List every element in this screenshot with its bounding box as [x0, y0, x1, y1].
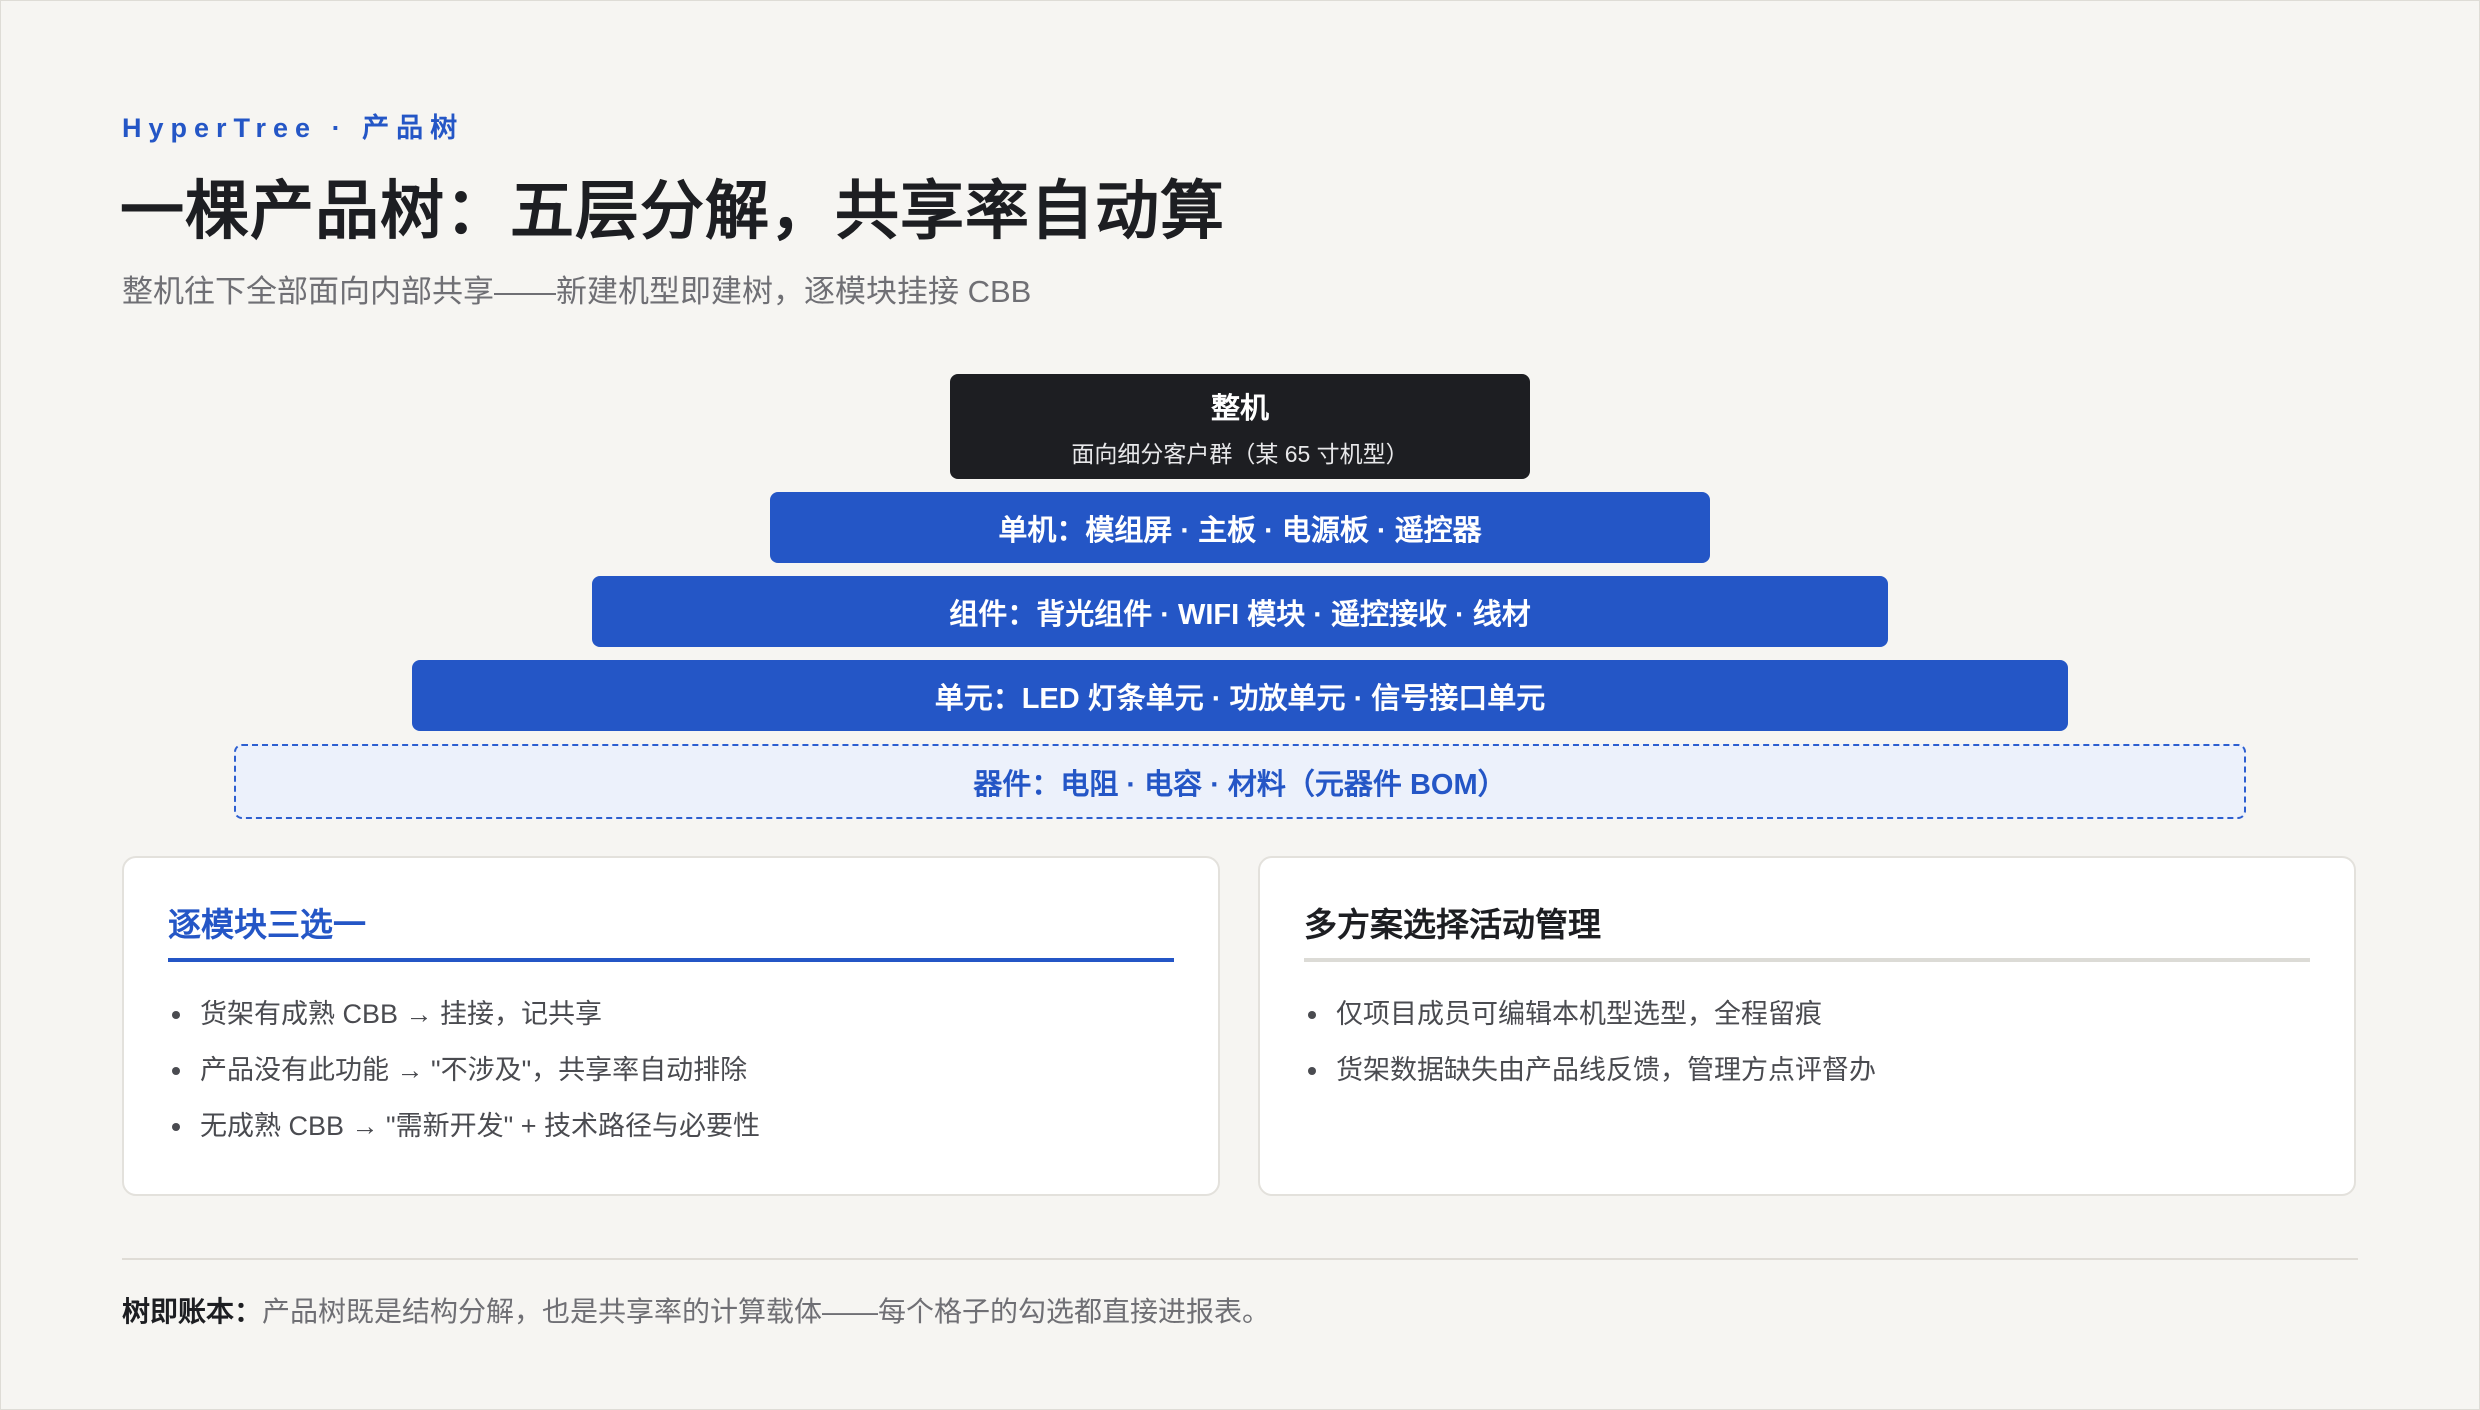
card-multi-plan-management: 多方案选择活动管理 仅项目成员可编辑本机型选型，全程留痕 货架数据缺失由产品线反…: [1258, 856, 2356, 1196]
card-title: 逐模块三选一: [168, 906, 366, 943]
footer-lead: 树即账本：: [122, 1296, 263, 1327]
footer-divider: [122, 1258, 2358, 1260]
card-list: 仅项目成员可编辑本机型选型，全程留痕 货架数据缺失由产品线反馈，管理方点评督办: [1304, 986, 1876, 1098]
card-divider: [168, 958, 1174, 962]
pyramid-level-components: 器件：电阻 · 电容 · 材料（元器件 BOM）: [234, 744, 2246, 819]
list-item: 无成熟 CBB → "需新开发" + 技术路径与必要性: [172, 1098, 760, 1154]
list-item: 货架有成熟 CBB → 挂接，记共享: [172, 986, 760, 1042]
footer-note: 树即账本：产品树既是结构分解，也是共享率的计算载体——每个格子的勾选都直接进报表…: [122, 1290, 1270, 1330]
card-title: 多方案选择活动管理: [1304, 906, 1601, 943]
page-subtitle: 整机往下全部面向内部共享——新建机型即建树，逐模块挂接 CBB: [122, 274, 1032, 309]
pyramid-level-unit: 单元：LED 灯条单元 · 功放单元 · 信号接口单元: [412, 660, 2068, 731]
eyebrow-label: HyperTree · 产品树: [122, 113, 465, 143]
card-list: 货架有成熟 CBB → 挂接，记共享 产品没有此功能 → "不涉及"，共享率自动…: [168, 986, 760, 1154]
pyramid-level-complete-machine: 整机 面向细分客户群（某 65 寸机型）: [950, 374, 1530, 479]
pyramid-level-assembly: 组件：背光组件 · WIFI 模块 · 遥控接收 · 线材: [592, 576, 1888, 647]
card-divider: [1304, 958, 2310, 962]
list-item: 货架数据缺失由产品线反馈，管理方点评督办: [1308, 1042, 1876, 1098]
page-title: 一棵产品树：五层分解，共享率自动算: [120, 175, 1225, 247]
pyramid-top-subtitle: 面向细分客户群（某 65 寸机型）: [1071, 440, 1409, 467]
footer-text: 产品树既是结构分解，也是共享率的计算载体——每个格子的勾选都直接进报表。: [262, 1296, 1271, 1327]
pyramid-level-single-unit: 单机：模组屏 · 主板 · 电源板 · 遥控器: [770, 492, 1710, 563]
list-item: 仅项目成员可编辑本机型选型，全程留痕: [1308, 986, 1876, 1042]
pyramid-top-title: 整机: [1210, 392, 1269, 425]
card-module-selection: 逐模块三选一 货架有成熟 CBB → 挂接，记共享 产品没有此功能 → "不涉及…: [122, 856, 1220, 1196]
list-item: 产品没有此功能 → "不涉及"，共享率自动排除: [172, 1042, 760, 1098]
